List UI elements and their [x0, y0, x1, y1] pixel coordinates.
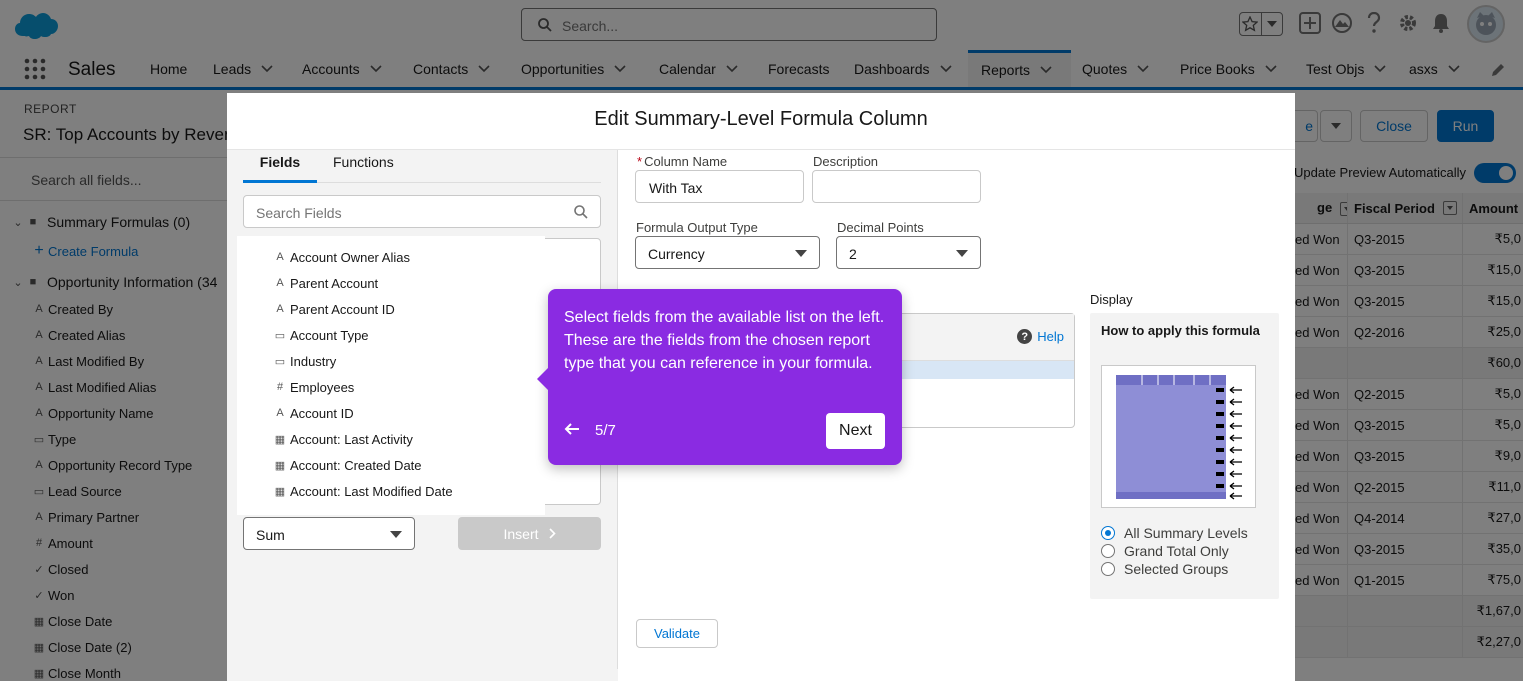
date-field-icon: ▦ [274, 433, 286, 446]
field-item[interactable]: A Account Owner Alias [274, 244, 410, 270]
radio-grand-total-only[interactable]: Grand Total Only [1101, 542, 1229, 560]
display-options-panel: How to apply this formula All Summary Le… [1090, 313, 1279, 599]
summary-levels-illustration [1101, 365, 1256, 508]
tooltip-message: Select fields from the available list on… [564, 309, 885, 372]
tab-label: Functions [333, 154, 394, 170]
button-label: Next [839, 422, 872, 439]
field-label: Account: Last Modified Date [290, 483, 453, 499]
display-label: Display [1090, 292, 1133, 307]
text-field-icon: A [276, 407, 284, 419]
date-field-icon: ▦ [274, 485, 286, 498]
required-marker: * [637, 154, 643, 169]
link-label: Help [1037, 329, 1064, 344]
field-label: Employees [290, 379, 355, 395]
text-field-icon: A [276, 277, 284, 289]
radio-selected-groups[interactable]: Selected Groups [1101, 560, 1228, 578]
column-name-label: * Column Name [637, 154, 727, 169]
chevron-down-icon [795, 250, 807, 257]
field-label: Parent Account ID [290, 301, 395, 317]
field-item[interactable]: A Parent Account [274, 270, 378, 296]
field-label: Account Owner Alias [290, 249, 410, 265]
date-field-icon: ▦ [274, 459, 286, 472]
decimal-points-label: Decimal Points [837, 220, 924, 235]
insert-button[interactable]: Insert [458, 517, 601, 550]
output-type-select[interactable]: Currency [635, 236, 820, 269]
field-item[interactable]: ▦ Account: Last Activity [274, 426, 413, 452]
field-label: Account ID [290, 405, 354, 421]
chevron-down-icon [390, 531, 402, 538]
radio-label: Grand Total Only [1124, 543, 1229, 559]
help-link[interactable]: ? Help [1017, 329, 1064, 344]
field-item[interactable]: A Parent Account ID [274, 296, 395, 322]
tab-functions[interactable]: Functions [333, 150, 394, 183]
modal-title: Edit Summary-Level Formula Column [227, 93, 1295, 150]
description-field[interactable] [812, 170, 981, 203]
field-label: Account: Last Activity [290, 431, 413, 447]
field-item[interactable]: ▭ Industry [274, 348, 336, 374]
picklist-field-icon: ▭ [274, 329, 286, 342]
field-item[interactable]: ▦ Account: Created Date [274, 452, 422, 478]
decimal-points-select[interactable]: 2 [836, 236, 981, 269]
field-label: Account: Created Date [290, 457, 422, 473]
tab-label: Fields [259, 154, 301, 170]
field-item[interactable]: ▦ Account: Last Modified Date [274, 478, 453, 504]
tab-fields[interactable]: Fields [243, 150, 317, 183]
text-field-icon: A [276, 303, 284, 315]
step-counter: 5/7 [595, 422, 616, 439]
next-button[interactable]: Next [826, 413, 885, 449]
radio-unchecked-icon [1101, 562, 1115, 576]
label-text: Column Name [644, 154, 728, 169]
search-icon [574, 205, 588, 219]
field-item[interactable]: ▭ Account Type [274, 322, 369, 348]
input-value: With Tax [649, 180, 703, 196]
chevron-down-icon [956, 250, 968, 257]
select-value: Currency [648, 246, 705, 262]
radio-checked-icon [1101, 526, 1115, 540]
radio-all-summary-levels[interactable]: All Summary Levels [1101, 524, 1248, 542]
radio-label: All Summary Levels [1124, 525, 1248, 541]
select-value: 2 [849, 246, 857, 262]
aggregate-select[interactable]: Sum [243, 517, 415, 550]
field-item[interactable]: A Account ID [274, 400, 354, 426]
radio-unchecked-icon [1101, 544, 1115, 558]
chevron-right-icon [548, 528, 556, 539]
field-label: Parent Account [290, 275, 379, 291]
column-name-field[interactable]: With Tax [635, 170, 804, 203]
field-label: Industry [290, 353, 337, 369]
description-label: Description [813, 154, 879, 169]
select-value: Sum [256, 527, 285, 543]
number-field-icon: # [276, 381, 284, 393]
output-type-label: Formula Output Type [636, 220, 758, 235]
walkthrough-tooltip: Select fields from the available list on… [537, 289, 902, 465]
arrow-left-icon[interactable] [564, 422, 580, 436]
how-to-apply-title: How to apply this formula [1101, 323, 1260, 338]
available-fields-list[interactable]: A Account Owner Alias A Parent Account A Pa… [240, 239, 542, 512]
search-placeholder: Search Fields [256, 205, 342, 221]
picklist-field-icon: ▭ [274, 355, 286, 368]
field-item[interactable]: # Employees [274, 374, 354, 400]
text-field-icon: A [276, 251, 284, 263]
search-fields-input[interactable]: Search Fields [243, 195, 601, 228]
radio-label: Selected Groups [1124, 561, 1229, 577]
button-label: Validate [653, 626, 700, 641]
question-icon: ? [1017, 329, 1033, 344]
validate-button[interactable]: Validate [636, 619, 718, 648]
field-label: Account Type [290, 327, 369, 343]
fields-functions-tabs: Fields Functions [243, 150, 601, 183]
button-label: Insert [503, 525, 539, 542]
